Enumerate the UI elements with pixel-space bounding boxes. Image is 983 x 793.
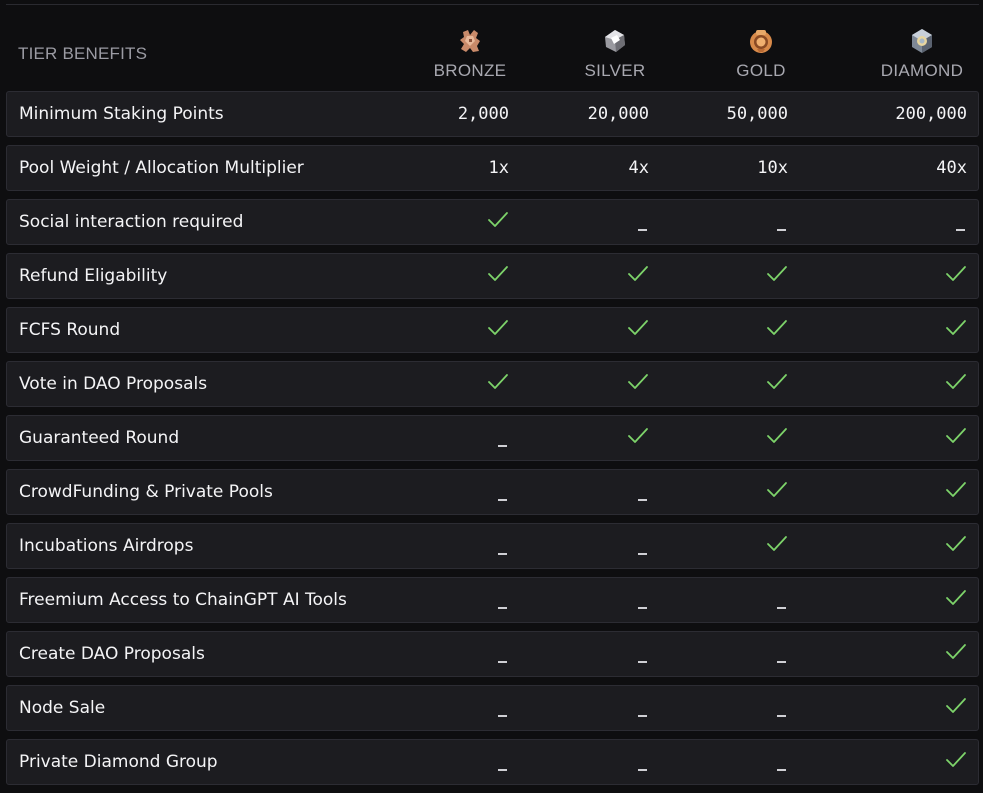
- check-icon: [945, 373, 967, 391]
- bronze-value: 2,000: [457, 104, 509, 124]
- benefit-label: Node Sale: [19, 698, 106, 718]
- benefit-row: Pool Weight / Allocation Multiplier 1x 4x 1…: [6, 145, 979, 191]
- tier-name: GOLD: [736, 61, 786, 80]
- not-included-dash: [498, 715, 507, 717]
- diamond-tier-icon: [907, 26, 937, 56]
- not-included-dash: [638, 499, 647, 501]
- check-icon: [766, 373, 788, 391]
- gold-value: 10x: [757, 158, 788, 178]
- benefit-label: Refund Eligability: [19, 266, 168, 286]
- benefit-row: Vote in DAO Proposals: [6, 361, 979, 407]
- check-icon: [945, 751, 967, 769]
- check-icon: [945, 319, 967, 337]
- not-included-dash: [638, 661, 647, 663]
- check-icon: [766, 265, 788, 283]
- silver-tier-icon: [600, 26, 630, 56]
- benefit-row: Refund Eligability: [6, 253, 979, 299]
- benefit-label: Vote in DAO Proposals: [19, 374, 208, 394]
- benefit-label: Create DAO Proposals: [19, 644, 205, 664]
- tier-name: DIAMOND: [880, 61, 964, 80]
- check-icon: [945, 643, 967, 661]
- not-included-dash: [638, 769, 647, 771]
- check-icon: [945, 265, 967, 283]
- not-included-dash: [498, 607, 507, 609]
- benefit-label: Freemium Access to ChainGPT AI Tools: [19, 590, 347, 610]
- benefit-label: FCFS Round: [19, 320, 121, 340]
- not-included-dash: [777, 229, 786, 231]
- check-icon: [766, 427, 788, 445]
- check-icon: [945, 589, 967, 607]
- benefit-row: Freemium Access to ChainGPT AI Tools: [6, 577, 979, 623]
- not-included-dash: [956, 229, 965, 231]
- tier-bronze: BRONZE: [410, 26, 530, 81]
- tier-name: SILVER: [584, 61, 646, 80]
- check-icon: [766, 481, 788, 499]
- tier-diamond: DIAMOND: [862, 26, 982, 81]
- silver-value: 20,000: [587, 104, 649, 124]
- check-icon: [487, 211, 509, 229]
- diamond-value: 40x: [936, 158, 967, 178]
- benefit-label: Guaranteed Round: [19, 428, 180, 448]
- diamond-value: 200,000: [895, 104, 967, 124]
- benefit-label: Pool Weight / Allocation Multiplier: [19, 158, 304, 178]
- check-icon: [766, 535, 788, 553]
- benefit-row: FCFS Round: [6, 307, 979, 353]
- check-icon: [487, 319, 509, 337]
- not-included-dash: [777, 607, 786, 609]
- check-icon: [945, 481, 967, 499]
- tier-name: BRONZE: [433, 61, 507, 80]
- benefit-label: Social interaction required: [19, 212, 244, 232]
- bronze-value: 1x: [488, 158, 509, 178]
- tier-benefits-title: TIER BENEFITS: [18, 44, 148, 63]
- check-icon: [945, 535, 967, 553]
- not-included-dash: [638, 715, 647, 717]
- check-icon: [945, 427, 967, 445]
- not-included-dash: [777, 769, 786, 771]
- not-included-dash: [498, 445, 507, 447]
- tier-silver: SILVER: [555, 26, 675, 81]
- not-included-dash: [498, 499, 507, 501]
- silver-value: 4x: [628, 158, 649, 178]
- not-included-dash: [498, 769, 507, 771]
- check-icon: [627, 373, 649, 391]
- check-icon: [627, 265, 649, 283]
- tier-header: TIER BENEFITS BRONZE SILVER GOLD DIAMOND: [0, 0, 983, 90]
- benefit-row: Social interaction required: [6, 199, 979, 245]
- benefit-row: Minimum Staking Points 2,000 20,000 50,000 2…: [6, 91, 979, 137]
- benefit-label: CrowdFunding & Private Pools: [19, 482, 273, 502]
- not-included-dash: [638, 229, 647, 231]
- not-included-dash: [638, 553, 647, 555]
- check-icon: [487, 265, 509, 283]
- benefit-row: CrowdFunding & Private Pools: [6, 469, 979, 515]
- benefit-row: Guaranteed Round: [6, 415, 979, 461]
- benefit-label: Minimum Staking Points: [19, 104, 224, 124]
- bronze-tier-icon: [455, 26, 485, 56]
- tier-gold: GOLD: [701, 26, 821, 81]
- check-icon: [766, 319, 788, 337]
- not-included-dash: [498, 661, 507, 663]
- benefit-row: Incubations Airdrops: [6, 523, 979, 569]
- check-icon: [627, 427, 649, 445]
- benefit-label: Private Diamond Group: [19, 752, 218, 772]
- benefit-row: Node Sale: [6, 685, 979, 731]
- benefits-table: Minimum Staking Points 2,000 20,000 50,000 2…: [6, 91, 979, 793]
- not-included-dash: [638, 607, 647, 609]
- not-included-dash: [777, 715, 786, 717]
- not-included-dash: [498, 553, 507, 555]
- check-icon: [945, 697, 967, 715]
- check-icon: [627, 319, 649, 337]
- gold-tier-icon: [746, 26, 776, 56]
- not-included-dash: [777, 661, 786, 663]
- check-icon: [487, 373, 509, 391]
- benefit-row: Create DAO Proposals: [6, 631, 979, 677]
- gold-value: 50,000: [726, 104, 788, 124]
- benefit-label: Incubations Airdrops: [19, 536, 194, 556]
- benefit-row: Private Diamond Group: [6, 739, 979, 785]
